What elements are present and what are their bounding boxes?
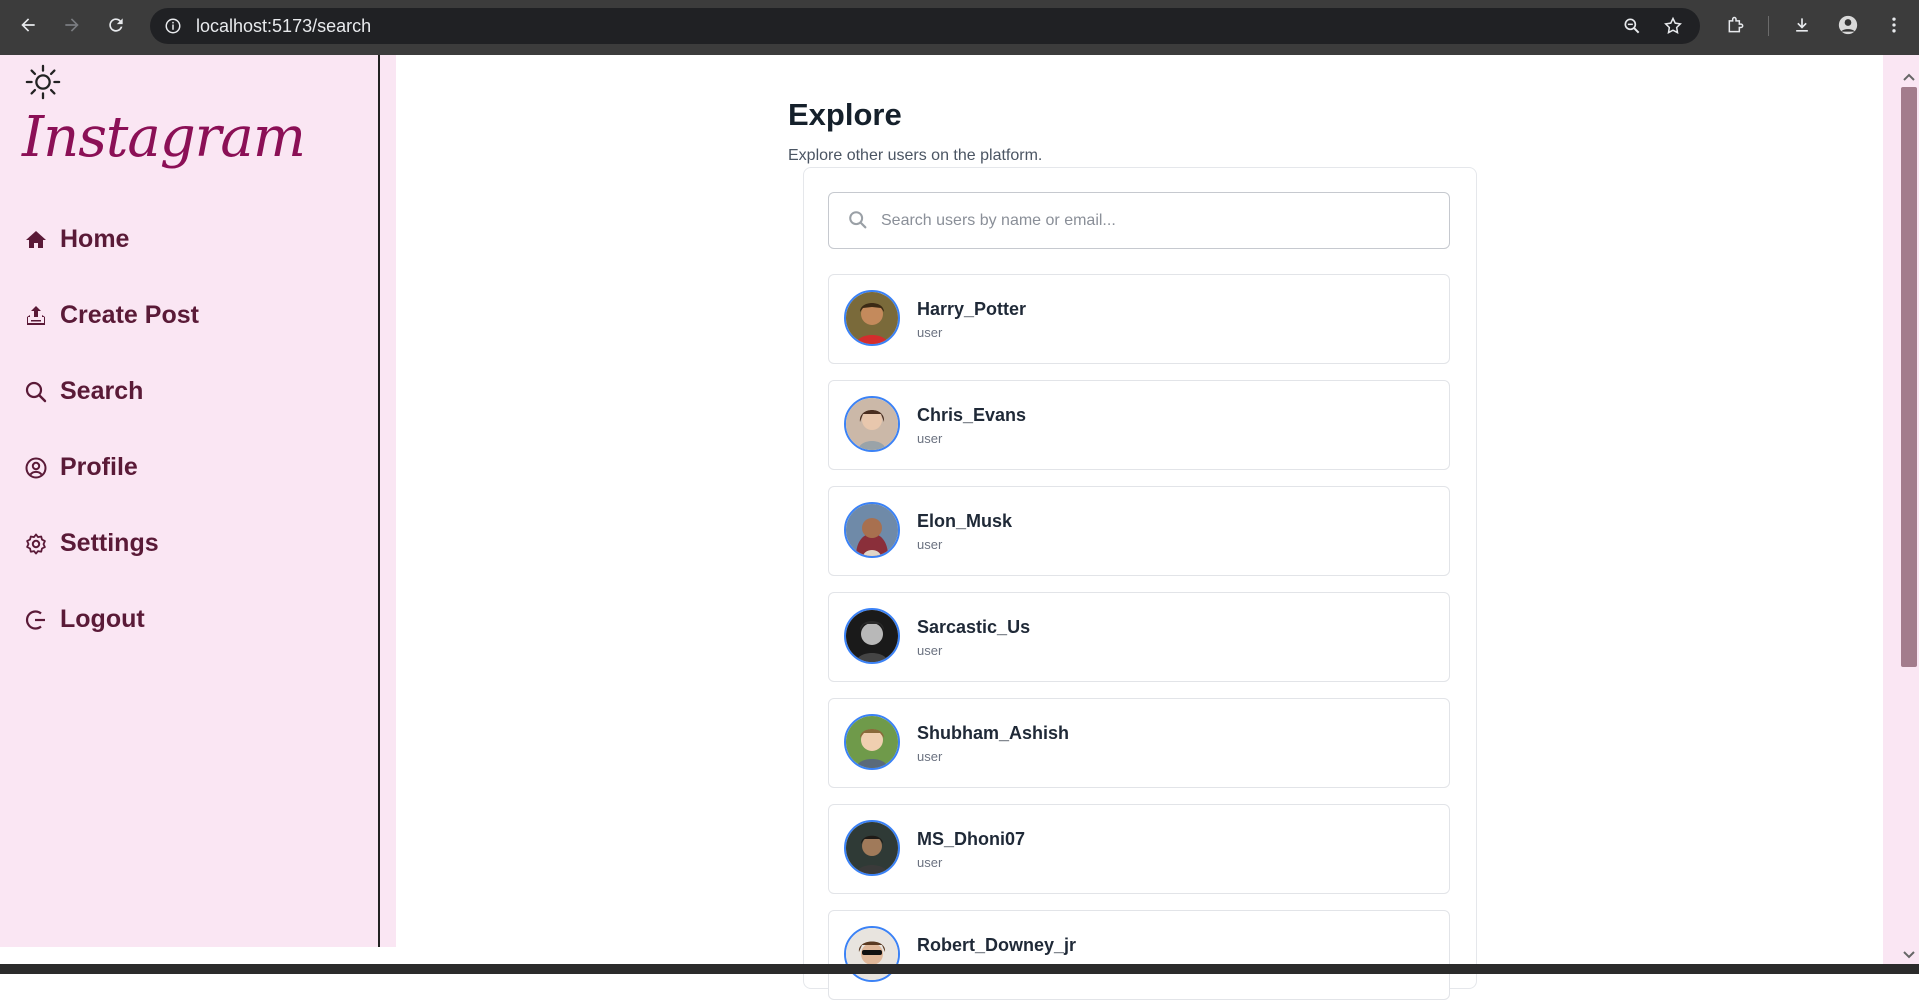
extensions-button[interactable] [1718, 9, 1754, 41]
search-input[interactable] [879, 203, 1433, 239]
instagram-logo[interactable]: Instagram [22, 105, 306, 170]
logout-icon [25, 609, 45, 630]
reload-icon [109, 18, 123, 32]
sidebar-item-create-post[interactable]: Create Post [24, 301, 199, 330]
search-icon [25, 381, 47, 402]
sidebar-item-home[interactable]: Home [24, 225, 129, 254]
sidebar-item-label: Logout [60, 605, 145, 633]
user-list-item[interactable]: Harry_Potter user [828, 274, 1450, 364]
bookmark-button[interactable] [1661, 14, 1685, 38]
scroll-down-arrow-icon[interactable] [1902, 950, 1916, 960]
user-role: user [917, 749, 943, 764]
user-list-item[interactable]: Chris_Evans user [828, 380, 1450, 470]
avatar [844, 714, 900, 770]
main-content: Explore Explore other users on the platf… [396, 55, 1883, 1000]
account-avatar-icon [1838, 15, 1858, 35]
avatar [844, 290, 900, 346]
sidebar-item-label: Profile [60, 453, 138, 481]
info-icon[interactable] [164, 17, 182, 35]
gear-icon [26, 533, 46, 554]
search-icon [849, 211, 867, 229]
user-role: user [917, 431, 943, 446]
user-list-item[interactable]: Shubham_Ashish user [828, 698, 1450, 788]
user-list-item[interactable]: Sarcastic_Us user [828, 592, 1450, 682]
user-photo [846, 504, 898, 556]
zoom-icon [1624, 18, 1640, 34]
sidebar-item-label: Search [60, 377, 144, 405]
browser-menu-button[interactable] [1876, 9, 1912, 41]
sidebar-item-profile[interactable]: Profile [24, 453, 138, 482]
sidebar-item-settings[interactable]: Settings [24, 529, 159, 558]
sidebar-item-logout[interactable]: Logout [24, 605, 145, 634]
url-text: localhost:5173/search [196, 16, 372, 36]
user-list-item[interactable]: Elon_Musk user [828, 486, 1450, 576]
browser-toolbar: localhost:5173/search [0, 0, 1919, 55]
sun-icon[interactable] [24, 63, 62, 101]
address-bar[interactable]: localhost:5173/search [150, 8, 1700, 44]
avatar [844, 502, 900, 558]
arrow-right-icon [65, 18, 79, 32]
user-name: Sarcastic_Us [917, 617, 1031, 637]
sidebar-item-label: Create Post [60, 301, 199, 329]
user-photo [846, 716, 898, 768]
downloads-button[interactable] [1784, 9, 1820, 41]
profile-avatar-button[interactable] [1830, 9, 1866, 41]
sidebar-item-label: Settings [60, 529, 159, 557]
page-title: Explore [788, 97, 902, 132]
avatar [844, 820, 900, 876]
user-name: Elon_Musk [917, 511, 1013, 531]
puzzle-icon [1728, 16, 1744, 33]
arrow-left-icon [21, 18, 35, 32]
avatar [844, 608, 900, 664]
reload-button[interactable] [98, 9, 134, 41]
kebab-menu-icon [1892, 17, 1896, 33]
toolbar-divider [1768, 16, 1769, 36]
user-role: user [917, 643, 943, 658]
user-list-item[interactable]: Robert_Downey_jr user [828, 910, 1450, 1000]
user-photo [846, 610, 898, 662]
user-name: MS_Dhoni07 [917, 829, 1026, 849]
sidebar-item-search[interactable]: Search [24, 377, 143, 406]
user-name: Chris_Evans [917, 405, 1027, 425]
scroll-up-arrow-icon[interactable] [1902, 72, 1916, 82]
star-icon [1664, 16, 1682, 34]
sidebar: Instagram Home Create Post Search Profil… [0, 55, 380, 947]
user-photo [846, 292, 898, 344]
user-name: Shubham_Ashish [917, 723, 1070, 743]
user-role: user [917, 325, 943, 340]
user-name: Harry_Potter [917, 299, 1027, 319]
page-subtitle: Explore other users on the platform. [788, 147, 1043, 164]
upload-icon [27, 305, 45, 325]
user-photo [846, 398, 898, 450]
forward-button[interactable] [54, 9, 90, 41]
taskbar-strip [0, 964, 1919, 974]
user-role: user [917, 537, 943, 552]
home-icon [26, 230, 46, 248]
back-button[interactable] [10, 9, 46, 41]
sidebar-item-label: Home [60, 225, 130, 253]
user-list-item[interactable]: MS_Dhoni07 user [828, 804, 1450, 894]
user-photo [846, 822, 898, 874]
sidebar-gutter [380, 55, 396, 947]
search-field[interactable] [828, 192, 1450, 249]
zoom-button[interactable] [1620, 14, 1644, 38]
scrollbar-thumb[interactable] [1901, 87, 1917, 667]
user-circle-icon [25, 457, 47, 478]
user-name: Robert_Downey_jr [917, 935, 1077, 955]
download-icon [1796, 18, 1808, 32]
avatar [844, 396, 900, 452]
user-role: user [917, 855, 943, 870]
